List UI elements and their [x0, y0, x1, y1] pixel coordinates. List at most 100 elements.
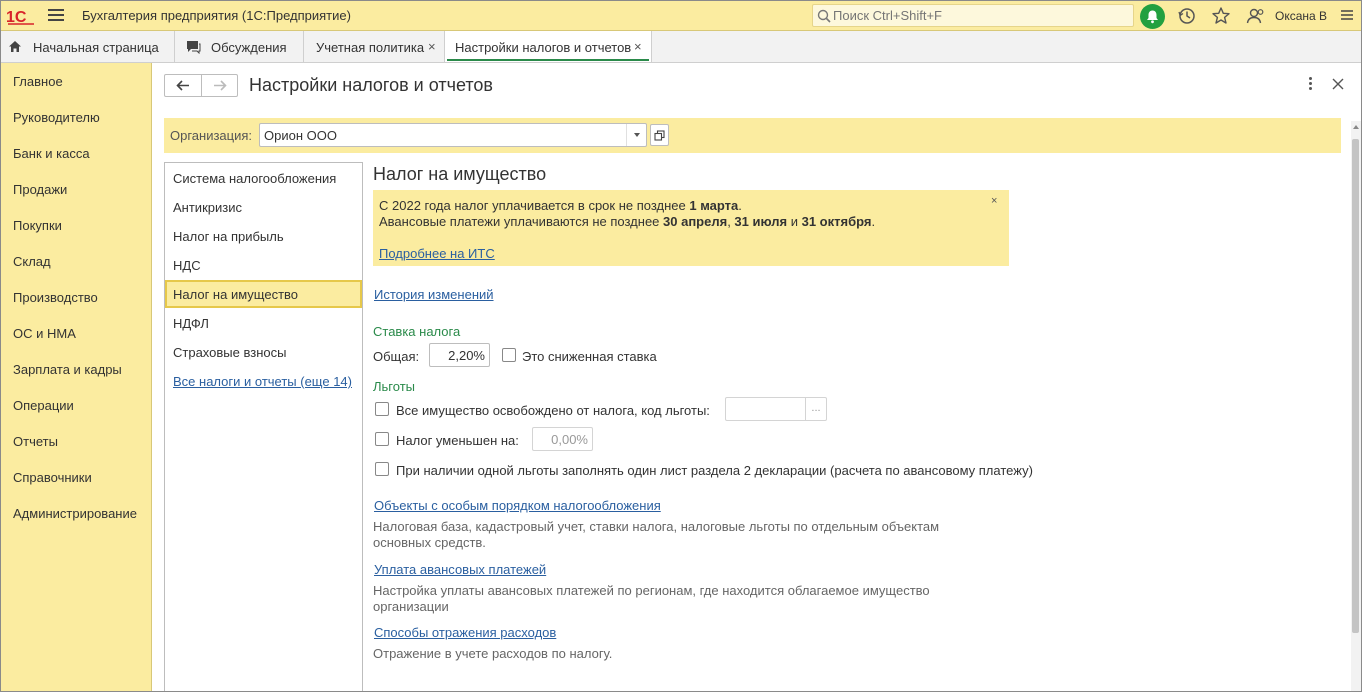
sidebar-item-administration[interactable]: Администрирование	[13, 506, 137, 521]
organization-label: Организация:	[170, 128, 253, 143]
tab-tax-settings[interactable]: Настройки налогов и отчетов ×	[445, 31, 652, 62]
info-notice: С 2022 года налог уплачивается в срок не…	[373, 190, 1009, 266]
section-item-property-tax[interactable]: Налог на имущество	[165, 280, 362, 308]
advance-payments-desc-2: организации	[373, 599, 449, 614]
chat-icon	[187, 41, 201, 54]
section-item-tax-system[interactable]: Система налогообложения	[165, 165, 362, 192]
nav-buttons	[164, 74, 238, 97]
expense-methods-link[interactable]: Способы отражения расходов	[374, 625, 556, 640]
app-window: 1С Бухгалтерия предприятия (1С:Предприят…	[0, 0, 1362, 692]
tab-accounting-policy[interactable]: Учетная политика ×	[304, 31, 445, 62]
its-details-link[interactable]: Подробнее на ИТС	[379, 246, 495, 261]
rate-field[interactable]	[429, 343, 490, 367]
title-bar: 1С Бухгалтерия предприятия (1С:Предприят…	[1, 1, 1361, 31]
tax-sections-list: Система налогообложения Антикризис Налог…	[164, 162, 363, 691]
organization-bar: Организация:	[164, 118, 1341, 153]
tax-reduced-checkbox[interactable]	[375, 432, 389, 446]
sidebar-item-fixed-assets[interactable]: ОС и НМА	[13, 326, 76, 341]
app-title: Бухгалтерия предприятия (1С:Предприятие)	[82, 8, 351, 23]
reduced-rate-checkbox[interactable]	[502, 348, 516, 362]
svg-text:1С: 1С	[6, 9, 27, 25]
scrollbar-thumb[interactable]	[1352, 139, 1359, 633]
search-icon	[817, 9, 831, 23]
tax-reduced-input[interactable]	[536, 432, 588, 446]
sidebar-item-manager[interactable]: Руководителю	[13, 110, 100, 125]
section-item-insurance[interactable]: Страховые взносы	[165, 339, 362, 366]
exempt-code-input[interactable]	[729, 402, 803, 416]
section-item-profit-tax[interactable]: Налог на прибыль	[165, 223, 362, 250]
favorites-star-icon[interactable]	[1211, 6, 1231, 26]
special-objects-desc-2: основных средств.	[373, 535, 486, 550]
1c-logo-icon: 1С	[6, 9, 34, 25]
one-sheet-checkbox[interactable]	[375, 462, 389, 476]
window-menu-icon[interactable]	[1339, 7, 1355, 23]
tab-label: Начальная страница	[33, 40, 159, 55]
active-tab-underline	[447, 59, 649, 61]
arrow-right-icon	[214, 80, 227, 91]
more-actions-icon[interactable]	[1304, 77, 1316, 93]
history-icon[interactable]	[1177, 6, 1197, 26]
notice-line-1: С 2022 года налог уплачивается в срок не…	[379, 198, 742, 213]
organization-dropdown-button[interactable]	[626, 124, 646, 146]
organization-open-button[interactable]	[650, 124, 669, 146]
notice-close-icon[interactable]: ×	[991, 195, 997, 207]
sidebar-item-reports[interactable]: Отчеты	[13, 434, 58, 449]
rate-group-title: Ставка налога	[373, 324, 461, 339]
advance-payments-link[interactable]: Уплата авансовых платежей	[374, 562, 546, 577]
back-button[interactable]	[165, 75, 202, 96]
tab-close-icon[interactable]: ×	[428, 39, 436, 54]
exempt-checkbox[interactable]	[375, 402, 389, 416]
section-item-vat[interactable]: НДС	[165, 252, 362, 279]
tab-close-icon[interactable]: ×	[634, 39, 642, 54]
close-form-icon[interactable]	[1332, 78, 1344, 90]
organization-input[interactable]	[264, 127, 624, 143]
sidebar-item-warehouse[interactable]: Склад	[13, 254, 51, 269]
tab-label: Настройки налогов и отчетов	[455, 40, 632, 55]
reduced-rate-label: Это сниженная ставка	[522, 349, 657, 364]
tab-label: Обсуждения	[211, 40, 287, 55]
change-history-link[interactable]: История изменений	[374, 287, 494, 302]
benefits-group-title: Льготы	[373, 379, 416, 394]
sidebar-item-production[interactable]: Производство	[13, 290, 98, 305]
exempt-code-select-button[interactable]: ...	[805, 398, 826, 420]
arrow-left-icon	[176, 80, 189, 91]
section-item-anticrisis[interactable]: Антикризис	[165, 194, 362, 221]
tab-bar: Начальная страница Обсуждения Учетная по…	[1, 31, 1361, 63]
exempt-code-field[interactable]: ...	[725, 397, 827, 421]
section-item-ndfl[interactable]: НДФЛ	[165, 310, 362, 337]
rate-input[interactable]	[433, 348, 485, 362]
vertical-scrollbar[interactable]	[1351, 121, 1361, 691]
main-menu-icon[interactable]	[48, 9, 64, 22]
form-title: Настройки налогов и отчетов	[249, 75, 493, 95]
sidebar-item-purchases[interactable]: Покупки	[13, 218, 62, 233]
special-objects-link[interactable]: Объекты с особым порядком налогообложени…	[374, 498, 661, 513]
all-taxes-link[interactable]: Все налоги и отчеты (еще 14)	[173, 374, 352, 389]
sidebar-item-salary[interactable]: Зарплата и кадры	[13, 362, 122, 377]
sidebar-item-bank[interactable]: Банк и касса	[13, 146, 90, 161]
user-icon[interactable]	[1245, 6, 1265, 26]
section-heading: Налог на имущество	[373, 164, 547, 184]
tax-reduced-label: Налог уменьшен на:	[396, 433, 519, 448]
sidebar-item-main[interactable]: Главное	[13, 74, 63, 89]
organization-field[interactable]	[259, 123, 647, 147]
forward-button[interactable]	[202, 75, 239, 96]
sidebar-item-sales[interactable]: Продажи	[13, 182, 67, 197]
search-input[interactable]	[833, 7, 1129, 24]
sidebar-item-operations[interactable]: Операции	[13, 398, 74, 413]
global-search[interactable]	[812, 4, 1134, 27]
expense-methods-desc: Отражение в учете расходов по налогу.	[373, 646, 613, 661]
exempt-label: Все имущество освобождено от налога, код…	[396, 403, 710, 418]
tab-home[interactable]: Начальная страница	[1, 31, 175, 62]
home-icon	[9, 41, 21, 52]
special-objects-desc-1: Налоговая база, кадастровый учет, ставки…	[373, 519, 940, 534]
tab-discussions[interactable]: Обсуждения	[175, 31, 304, 62]
notifications-bell-icon[interactable]	[1140, 4, 1165, 29]
advance-payments-desc-1: Настройка уплаты авансовых платежей по р…	[373, 583, 930, 598]
tax-reduced-field[interactable]	[532, 427, 593, 451]
tab-label: Учетная политика	[316, 40, 425, 55]
one-sheet-label: При наличии одной льготы заполнять один …	[396, 463, 1033, 478]
user-name[interactable]: Оксана В	[1275, 9, 1327, 23]
scroll-up-icon[interactable]	[1353, 125, 1359, 129]
sidebar-item-catalogs[interactable]: Справочники	[13, 470, 92, 485]
rate-label: Общая:	[373, 349, 420, 364]
